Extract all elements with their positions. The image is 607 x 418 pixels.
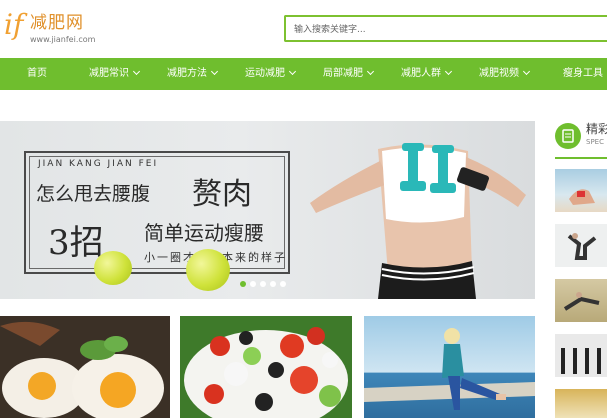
featured-divider bbox=[555, 157, 607, 159]
chevron-down-icon bbox=[366, 67, 375, 76]
site-header: if 减肥网 www.jianfei.com bbox=[0, 0, 607, 58]
main-nav: 首页 减肥常识 减肥方法 运动减肥 局部减肥 减肥人群 减肥视频 瘦身工具 bbox=[0, 58, 607, 90]
banner-pinyin: JIAN KANG JIAN FEI bbox=[38, 159, 159, 169]
featured-thumbnail[interactable] bbox=[555, 334, 607, 377]
nav-item-label: 减肥常识 bbox=[89, 68, 129, 79]
banner-tip-count: 3招 bbox=[48, 223, 104, 263]
article-card-image[interactable] bbox=[180, 316, 352, 418]
nav-item-groups[interactable]: 减肥人群 bbox=[401, 58, 453, 90]
nav-item-label: 瘦身工具 bbox=[563, 68, 603, 79]
carousel-dot[interactable] bbox=[270, 281, 276, 287]
chevron-down-icon bbox=[522, 67, 531, 76]
featured-title: 精彩 bbox=[586, 122, 607, 136]
chevron-down-icon bbox=[288, 67, 297, 76]
banner-subheadline: 简单运动瘦腰 bbox=[144, 221, 264, 245]
article-card-image[interactable] bbox=[364, 316, 535, 418]
carousel-dot[interactable] bbox=[260, 281, 266, 287]
featured-header: 精彩 SPEC bbox=[555, 121, 607, 157]
nav-item-local[interactable]: 局部减肥 bbox=[323, 58, 375, 90]
logo-mark: if bbox=[4, 8, 24, 41]
nav-item-label: 局部减肥 bbox=[323, 68, 363, 79]
site-logo[interactable]: if 减肥网 www.jianfei.com bbox=[2, 8, 102, 50]
nav-item-basics[interactable]: 减肥常识 bbox=[89, 58, 141, 90]
carousel-dot[interactable] bbox=[240, 281, 246, 287]
search-box bbox=[284, 15, 607, 42]
nav-item-label: 减肥视频 bbox=[479, 68, 519, 79]
chevron-down-icon bbox=[132, 67, 141, 76]
featured-thumbnail[interactable] bbox=[555, 389, 607, 418]
nav-item-videos[interactable]: 减肥视频 bbox=[479, 58, 531, 90]
article-card-image[interactable] bbox=[0, 316, 170, 418]
nav-item-label: 减肥人群 bbox=[401, 68, 441, 79]
carousel-dot[interactable] bbox=[250, 281, 256, 287]
carousel-dot[interactable] bbox=[280, 281, 286, 287]
chevron-down-icon bbox=[444, 67, 453, 76]
featured-thumbnail[interactable] bbox=[555, 279, 607, 322]
logo-name: 减肥网 bbox=[30, 13, 84, 33]
banner-text-frame: JIAN KANG JIAN FEI 怎么甩去腰腹 赘肉 3招 简单运动瘦腰 小… bbox=[24, 151, 290, 274]
banner-headline: 怎么甩去腰腹 bbox=[36, 183, 151, 205]
nav-item-exercise[interactable]: 运动减肥 bbox=[245, 58, 297, 90]
search-input[interactable] bbox=[286, 18, 607, 42]
hero-banner[interactable]: JIAN KANG JIAN FEI 怎么甩去腰腹 赘肉 3招 简单运动瘦腰 小… bbox=[0, 121, 535, 299]
nav-item-label: 运动减肥 bbox=[245, 68, 285, 79]
nav-item-home[interactable]: 首页 bbox=[27, 58, 47, 90]
tennis-ball-image bbox=[94, 251, 132, 285]
logo-domain: www.jianfei.com bbox=[30, 35, 96, 44]
nav-item-label: 减肥方法 bbox=[167, 68, 207, 79]
nav-item-tools[interactable]: 瘦身工具 bbox=[563, 58, 603, 90]
chevron-down-icon bbox=[210, 67, 219, 76]
nav-item-methods[interactable]: 减肥方法 bbox=[167, 58, 219, 90]
featured-thumbnail[interactable] bbox=[555, 169, 607, 212]
featured-subtitle: SPEC bbox=[586, 138, 604, 146]
document-icon bbox=[555, 123, 581, 149]
nav-item-label: 首页 bbox=[27, 68, 47, 79]
tennis-ball-image bbox=[186, 249, 230, 291]
fitness-model-image bbox=[310, 143, 526, 299]
banner-headline-emphasis: 赘肉 bbox=[192, 177, 252, 212]
featured-thumbnail[interactable] bbox=[555, 224, 607, 267]
